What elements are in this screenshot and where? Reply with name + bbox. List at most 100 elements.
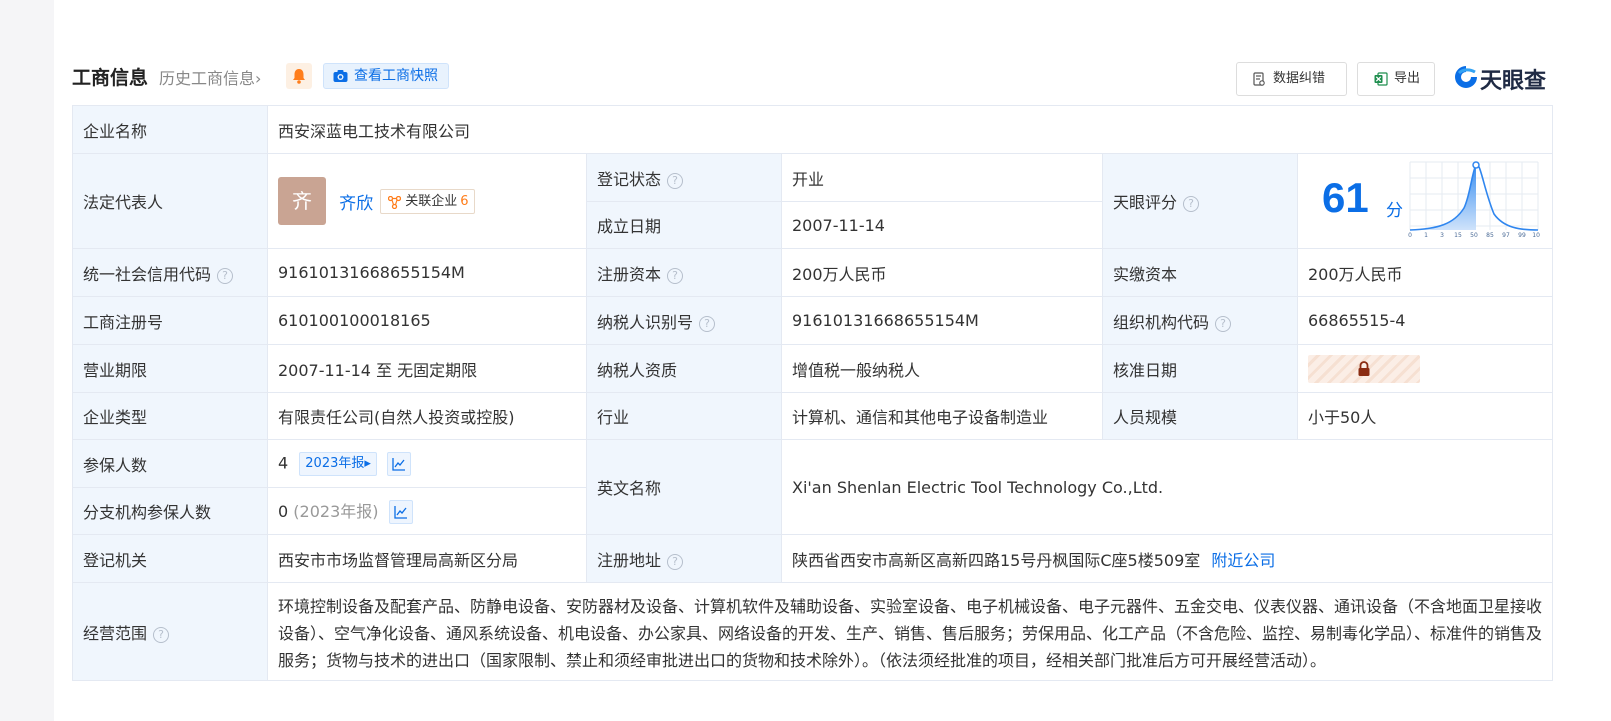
industry-value: 计算机、通信和其他电子设备制造业 — [781, 392, 1103, 440]
org-code-value: 66865515-4 — [1296, 296, 1554, 345]
company-type-value: 有限责任公司(自然人投资或控股) — [267, 392, 587, 440]
legal-rep-label: 法定代表人 — [72, 153, 268, 249]
approve-date-label: 核准日期 — [1102, 344, 1298, 393]
table-row: 统一社会信用代码? 91610131668655154M 注册资本? 200万人… — [72, 248, 1554, 297]
annual-report-tag[interactable]: 2023年报▸ — [299, 451, 377, 476]
snapshot-button[interactable]: 查看工商快照 — [323, 63, 449, 89]
founded-label: 成立日期 — [586, 201, 782, 249]
related-count: 6 — [460, 193, 469, 209]
lock-icon — [1358, 360, 1370, 376]
bell-icon — [293, 69, 305, 84]
company-name-value: 西安深蓝电工技术有限公司 — [266, 105, 1554, 154]
chart-tick-label: 3 — [1440, 232, 1444, 239]
industry-label: 行业 — [586, 392, 782, 440]
help-icon[interactable]: ? — [699, 315, 716, 332]
chart-tick-label: 97 — [1502, 232, 1510, 239]
credit-code-value: 91610131668655154M — [267, 248, 587, 297]
document-edit-icon — [1253, 72, 1265, 86]
chevron-right-icon: › — [255, 69, 262, 88]
business-info-table: 企业名称 西安深蓝电工技术有限公司 法定代表人 齐 齐欣 关联企业 6 登记状态?… — [72, 105, 1554, 681]
data-error-button[interactable]: 数据纠错 — [1236, 62, 1347, 96]
credit-code-label-text: 统一社会信用代码 — [83, 264, 212, 284]
locked-field[interactable] — [1308, 354, 1420, 383]
branch-insured-value: 0 — [278, 501, 289, 521]
taxpayer-id-value: 91610131668655154M — [781, 296, 1103, 345]
insured-value: 4 — [278, 453, 289, 472]
legal-rep-name[interactable]: 齐欣 — [339, 189, 373, 214]
score-cell[interactable]: 61 分 0 1 3 15 50 85 97 99 100 — [1296, 153, 1554, 249]
related-companies-button[interactable]: 关联企业 6 — [380, 188, 476, 214]
taxpayer-id-label-text: 纳税人识别号 — [597, 312, 694, 332]
reg-number-value: 610100100018165 — [267, 296, 587, 345]
paid-capital-label: 实缴资本 — [1102, 248, 1298, 297]
status-value: 开业 — [781, 153, 1103, 202]
table-row: 营业期限 2007-11-14 至 无固定期限 纳税人资质 增值税一般纳税人 核… — [72, 344, 1554, 393]
reg-address-label: 注册地址? — [586, 534, 782, 583]
reg-authority-label: 登记机关 — [72, 534, 268, 583]
table-row: 经营范围? 环境控制设备及配套产品、防静电设备、安防器材及设备、计算机软件及辅助… — [72, 582, 1554, 681]
history-label: 历史工商信息 — [159, 69, 256, 88]
excel-icon — [1374, 72, 1388, 86]
reg-address-label-text: 注册地址 — [597, 550, 662, 570]
reg-authority-value: 西安市市场监督管理局高新区分局 — [267, 534, 587, 583]
network-icon — [388, 195, 402, 209]
org-code-label-text: 组织机构代码 — [1113, 312, 1210, 332]
avatar[interactable]: 齐 — [278, 177, 326, 225]
founded-value: 2007-11-14 — [781, 201, 1103, 249]
export-button[interactable]: 导出 — [1357, 62, 1435, 96]
logo-icon — [1455, 66, 1477, 88]
status-label: 登记状态? — [586, 153, 782, 202]
score-label-text: 天眼评分 — [1113, 193, 1178, 212]
score-unit: 分 — [1386, 201, 1403, 221]
tax-quality-value: 增值税一般纳税人 — [781, 344, 1103, 393]
chart-tick-label: 0 — [1408, 232, 1412, 239]
credit-code-label: 统一社会信用代码? — [72, 248, 268, 297]
score-marker — [1472, 161, 1480, 169]
score-label: 天眼评分? — [1102, 153, 1298, 249]
help-icon[interactable]: ? — [667, 553, 684, 570]
table-row: 参保人数 4 2023年报▸ 英文名称 Xi'an Shenlan Electr… — [72, 439, 1554, 535]
legal-rep-cell: 齐 齐欣 关联企业 6 — [267, 153, 587, 249]
term-value: 2007-11-14 至 无固定期限 — [267, 344, 587, 393]
left-gutter — [0, 0, 54, 721]
chart-tick-label: 50 — [1470, 232, 1478, 239]
history-link[interactable]: 历史工商信息› — [159, 65, 261, 89]
branch-insured-cell: 0 (2023年报) — [267, 487, 587, 535]
help-icon[interactable]: ? — [667, 172, 684, 189]
reg-capital-label: 注册资本? — [586, 248, 782, 297]
score-value: 61 — [1322, 174, 1369, 221]
term-label: 营业期限 — [72, 344, 268, 393]
chart-tick-label: 1 — [1424, 232, 1428, 239]
bell-button[interactable] — [286, 63, 312, 89]
nearby-companies-link[interactable]: 附近公司 — [1211, 551, 1275, 570]
reg-capital-value: 200万人民币 — [781, 248, 1103, 297]
help-icon[interactable]: ? — [667, 267, 684, 284]
reg-address-cell: 陕西省西安市高新区高新四路15号丹枫国际C座5楼509室 附近公司 — [780, 534, 1554, 583]
chart-tick-label: 99 — [1518, 232, 1526, 239]
approve-date-cell — [1296, 344, 1554, 393]
help-icon[interactable]: ? — [1183, 196, 1200, 212]
related-label: 关联企业 — [405, 193, 458, 209]
chart-tick-label: 15 — [1454, 232, 1462, 239]
section-header: 工商信息 历史工商信息› 查看工商快照 数据纠错 导出 天眼查 — [72, 62, 1552, 96]
reg-capital-label-text: 注册资本 — [597, 264, 662, 284]
tax-quality-label: 纳税人资质 — [586, 344, 782, 393]
taxpayer-id-label: 纳税人识别号? — [586, 296, 782, 345]
trend-chart-button[interactable] — [388, 500, 413, 525]
score-distribution-chart: 0 1 3 15 50 85 97 99 100 — [1408, 161, 1540, 239]
paid-capital-value: 200万人民币 — [1296, 248, 1554, 297]
help-icon[interactable]: ? — [1215, 315, 1232, 332]
staff-size-value: 小于50人 — [1296, 392, 1554, 440]
org-code-label: 组织机构代码? — [1102, 296, 1298, 345]
score-area — [1410, 165, 1476, 230]
scope-label-text: 经营范围 — [83, 623, 148, 643]
help-icon[interactable]: ? — [153, 626, 170, 643]
trend-chart-button[interactable] — [387, 451, 411, 476]
snapshot-label: 查看工商快照 — [354, 68, 438, 84]
english-name-value: Xi'an Shenlan Electric Tool Technology C… — [780, 439, 1554, 535]
scope-label: 经营范围? — [72, 582, 268, 681]
help-icon[interactable]: ? — [217, 267, 234, 284]
table-row: 法定代表人 齐 齐欣 关联企业 6 登记状态? 开业 天眼评分? 61 分 0 … — [72, 153, 1554, 249]
company-name-label: 企业名称 — [72, 105, 268, 154]
line-chart-icon — [392, 457, 405, 471]
